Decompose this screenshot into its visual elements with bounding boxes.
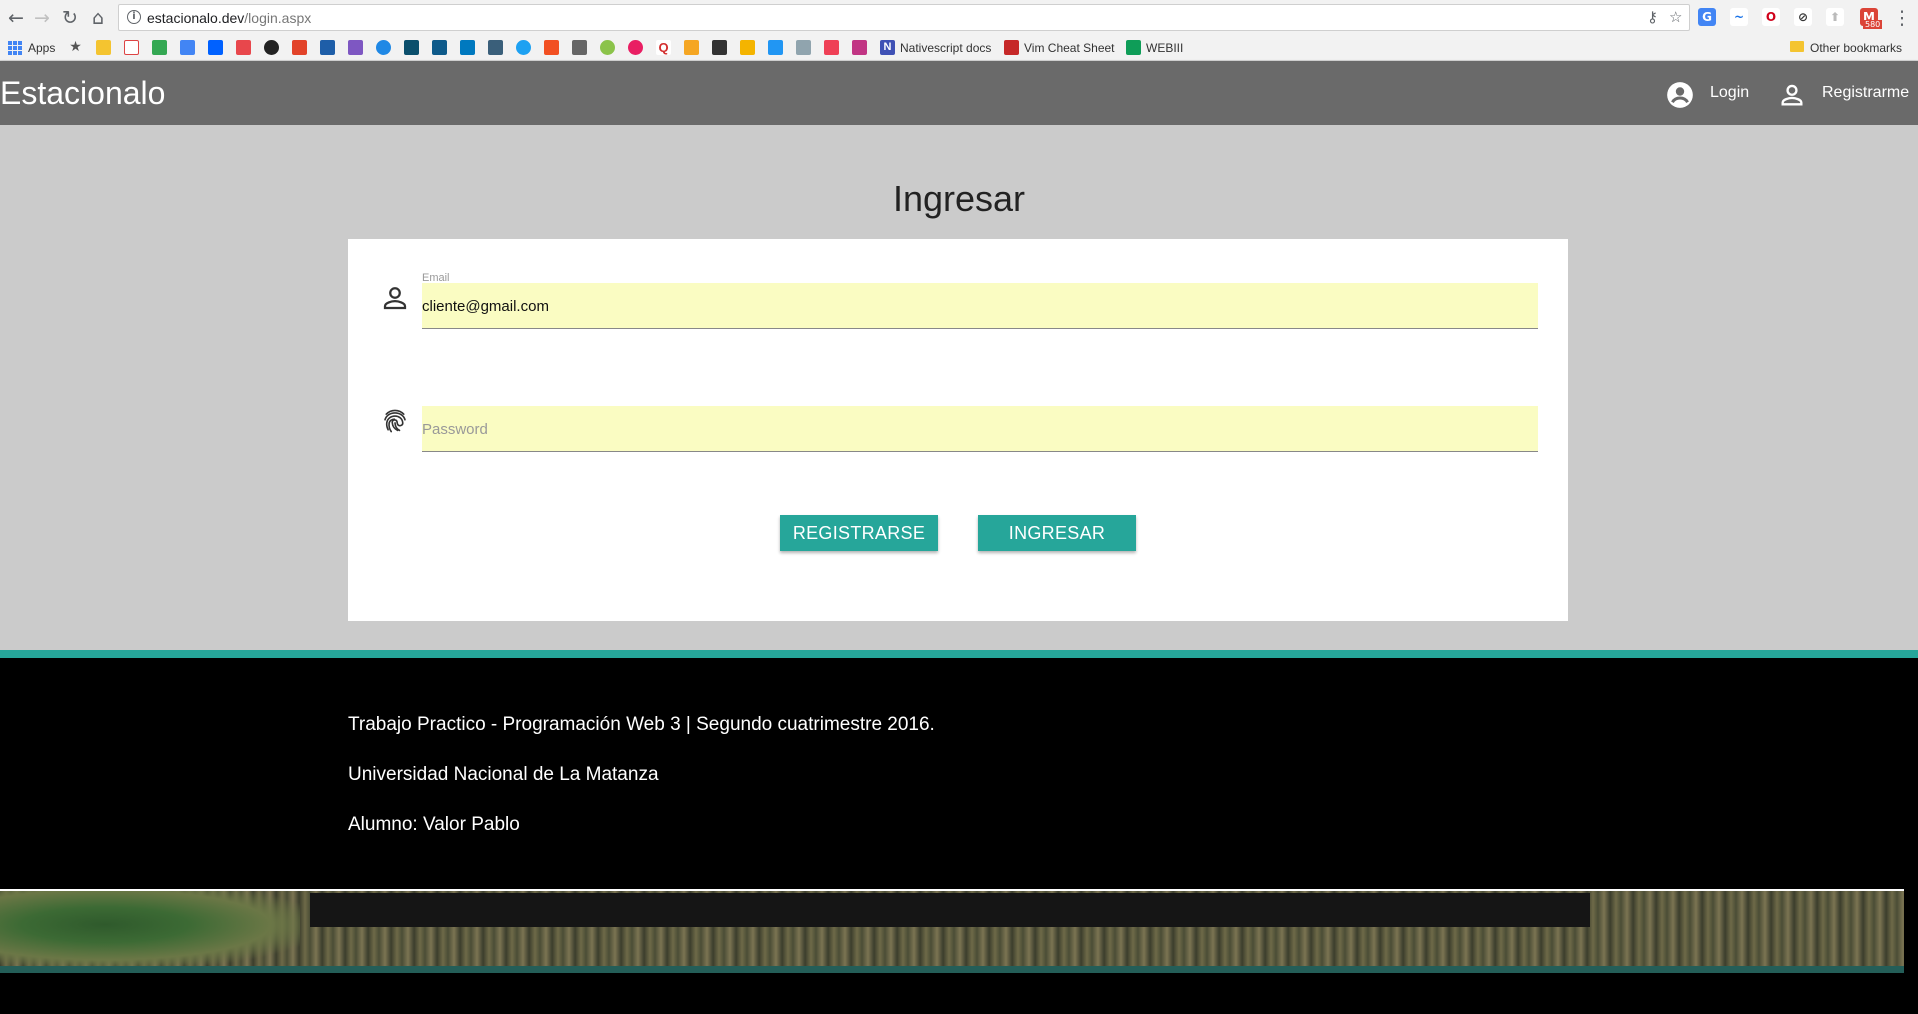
login-link[interactable]: Login xyxy=(1710,81,1749,105)
github-bookmark-icon[interactable] xyxy=(264,40,279,55)
folder-icon xyxy=(1790,41,1804,52)
home-icon[interactable]: ⌂ xyxy=(86,6,110,30)
bookmark-vim[interactable]: Vim Cheat Sheet xyxy=(1024,40,1115,56)
register-button[interactable]: REGISTRARSE xyxy=(780,515,938,551)
page-footer: Trabajo Practico - Programación Web 3 | … xyxy=(0,658,1918,889)
address-bar[interactable]: i estacionalo.dev/login.aspx ⚷ ☆ xyxy=(118,4,1690,31)
page-title: Ingresar xyxy=(892,178,1026,219)
bookmark-folder-icon[interactable] xyxy=(96,40,111,55)
back-icon[interactable]: ← xyxy=(4,6,28,30)
browser-toolbar: ← → ↻ ⌂ i estacionalo.dev/login.aspx ⚷ ☆… xyxy=(0,0,1918,36)
bookmark-icon-18[interactable] xyxy=(600,40,615,55)
bookmark-icon-14[interactable] xyxy=(488,40,503,55)
heroku-bookmark-icon[interactable] xyxy=(348,40,363,55)
person-outline-icon[interactable] xyxy=(1778,81,1806,109)
extension-wave-icon[interactable]: ~ xyxy=(1730,8,1748,26)
translate-extension-icon[interactable]: G xyxy=(1698,8,1716,26)
reload-icon[interactable]: ↻ xyxy=(58,6,82,30)
extension-sync-icon[interactable]: ⊘ xyxy=(1794,8,1812,26)
calendar-bookmark-icon[interactable] xyxy=(180,40,195,55)
key-icon[interactable]: ⚷ xyxy=(1647,8,1658,26)
login-card: Email cliente@gmail.com Password REGISTR… xyxy=(348,239,1568,621)
extension-puzzle-icon[interactable]: ⬆ xyxy=(1826,8,1844,26)
background-tree xyxy=(0,891,300,966)
account-circle-icon[interactable] xyxy=(1666,81,1694,109)
password-field[interactable]: Password xyxy=(422,406,1538,452)
trello-bookmark-icon[interactable] xyxy=(460,40,475,55)
bottom-accent-line xyxy=(0,966,1904,973)
quora-bookmark-icon[interactable]: Q xyxy=(656,40,671,55)
info-icon[interactable]: i xyxy=(127,10,141,24)
fingerprint-icon xyxy=(384,409,406,433)
bookmark-other[interactable]: Other bookmarks xyxy=(1810,40,1902,56)
brand-logo[interactable]: Estacionalo xyxy=(0,75,165,112)
forward-icon[interactable]: → xyxy=(30,6,54,30)
bookmark-icon-17[interactable] xyxy=(572,40,587,55)
bookmarks-bar: Apps ★ Q N Nativescript docs Vim Cheat S… xyxy=(0,36,1918,61)
footer-accent-line xyxy=(0,650,1918,658)
star-icon[interactable]: ☆ xyxy=(1669,8,1682,26)
sheets-icon xyxy=(1126,40,1141,55)
url-host: estacionalo.dev xyxy=(147,10,245,26)
gitlab-bookmark-icon[interactable] xyxy=(292,40,307,55)
analytics-bookmark-icon[interactable] xyxy=(740,40,755,55)
background-dark-band xyxy=(310,893,1590,927)
url-text[interactable]: estacionalo.dev/login.aspx xyxy=(147,10,311,26)
main-content: Ingresar Email cliente@gmail.com Passwor… xyxy=(0,125,1918,650)
bookmark-icon-12[interactable] xyxy=(432,40,447,55)
asana-bookmark-icon[interactable] xyxy=(236,40,251,55)
app-navbar: Estacionalo Login Registrarme xyxy=(0,61,1918,125)
bookmark-nativescript[interactable]: Nativescript docs xyxy=(900,40,991,56)
html5-bookmark-icon[interactable] xyxy=(320,40,335,55)
footer-student-text: Alumno: Valor Pablo xyxy=(348,814,520,835)
drive-bookmark-icon[interactable] xyxy=(152,40,167,55)
bookmark-icon-24[interactable] xyxy=(768,40,783,55)
instagram-bookmark-icon[interactable] xyxy=(852,40,867,55)
refresh-bookmark-icon[interactable] xyxy=(376,40,391,55)
bookmark-icon-11[interactable] xyxy=(404,40,419,55)
pocket-bookmark-icon[interactable] xyxy=(824,40,839,55)
gmail-badge: 580 xyxy=(1863,20,1883,29)
nativescript-icon: N xyxy=(880,40,895,55)
register-link[interactable]: Registrarme xyxy=(1822,81,1909,105)
codepen-bookmark-icon[interactable] xyxy=(712,40,727,55)
opera-extension-icon[interactable]: O xyxy=(1762,8,1780,26)
bookmark-icon-19[interactable] xyxy=(628,40,643,55)
vim-icon xyxy=(1004,40,1019,55)
email-field[interactable]: cliente@gmail.com xyxy=(422,283,1538,329)
apps-icon[interactable] xyxy=(8,41,22,55)
password-placeholder: Password xyxy=(422,421,488,438)
twitter-bookmark-icon[interactable] xyxy=(516,40,531,55)
bookmark-icon-21[interactable] xyxy=(684,40,699,55)
microsoft-bookmark-icon[interactable] xyxy=(544,40,559,55)
footer-course-text: Trabajo Practico - Programación Web 3 | … xyxy=(348,714,935,735)
dropbox-bookmark-icon[interactable] xyxy=(208,40,223,55)
bookmark-webiii[interactable]: WEBIII xyxy=(1146,40,1183,56)
person-outline-icon xyxy=(383,287,407,310)
url-path: /login.aspx xyxy=(244,10,312,26)
footer-university-text: Universidad Nacional de La Matanza xyxy=(348,764,659,785)
bookmark-apps[interactable]: Apps xyxy=(28,40,55,56)
gmail-bookmark-icon[interactable] xyxy=(124,40,139,55)
bookmark-icon-25[interactable] xyxy=(796,40,811,55)
star-bookmark-icon[interactable]: ★ xyxy=(68,40,83,55)
login-submit-button[interactable]: INGRESAR xyxy=(978,515,1136,551)
menu-icon[interactable]: ⋮ xyxy=(1890,6,1914,30)
email-value: cliente@gmail.com xyxy=(422,298,549,315)
